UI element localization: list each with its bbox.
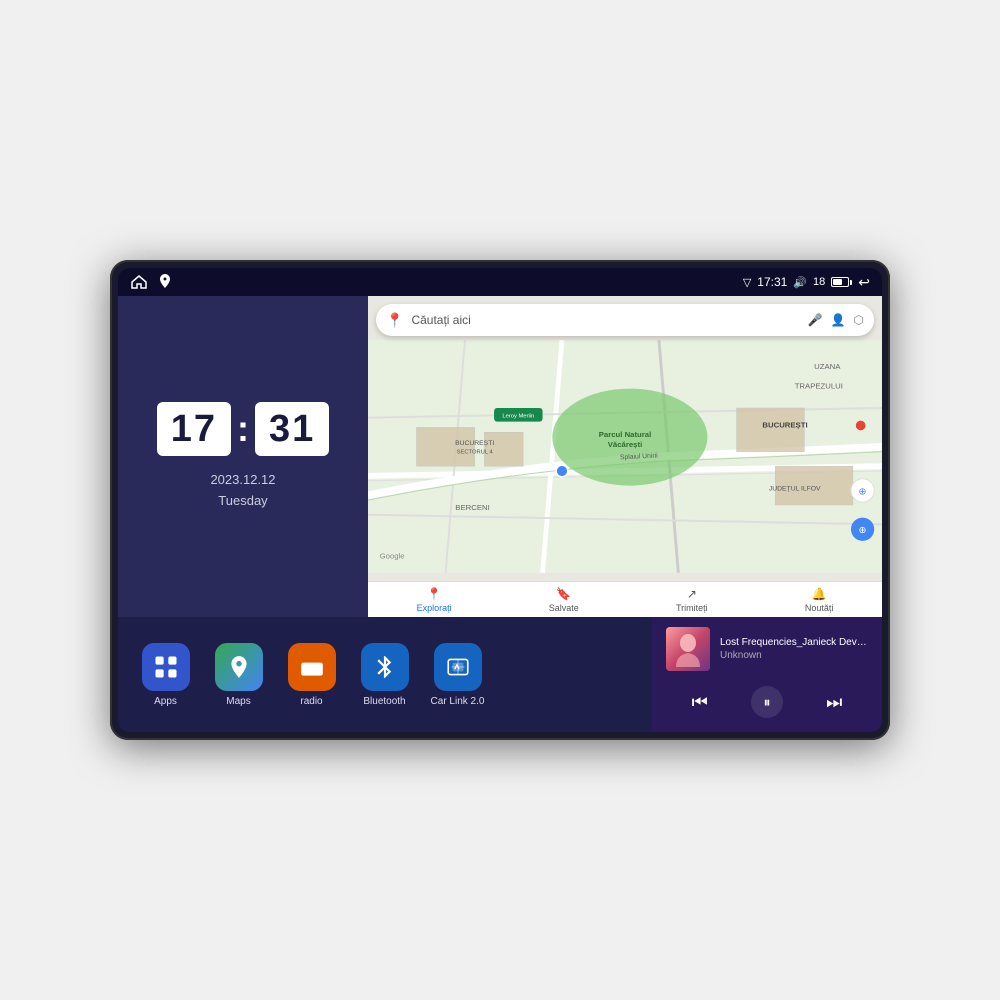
- music-artist: Unknown: [720, 650, 868, 661]
- maps-icon: [215, 643, 263, 691]
- music-player: Lost Frequencies_Janieck Devy-... Unknow…: [652, 617, 882, 732]
- status-time: 17:31: [757, 275, 787, 289]
- map-nav-share-label: Trimiteți: [676, 603, 708, 613]
- svg-text:TRAPEZULUI: TRAPEZULUI: [795, 382, 843, 391]
- main-content: 17 : 31 2023.12.12 Tuesday 📍 Căutați aic…: [118, 296, 882, 732]
- svg-text:Leroy Merlin: Leroy Merlin: [502, 414, 534, 420]
- battery-icon: [831, 277, 852, 287]
- music-controls: ⏮ ⏸ ⏭: [666, 682, 868, 722]
- battery-number: 18: [813, 276, 825, 288]
- map-nav-explore-label: Explorați: [417, 603, 452, 613]
- svg-text:⊕: ⊕: [859, 486, 867, 497]
- device-shell: ▽ 17:31 🔊 18 ↩: [110, 260, 890, 740]
- clock-colon: :: [237, 408, 249, 450]
- app-label-bluetooth: Bluetooth: [363, 696, 405, 707]
- prev-button[interactable]: ⏮: [684, 688, 716, 717]
- bluetooth-app-icon: [361, 643, 409, 691]
- svg-text:Parcul Natural: Parcul Natural: [599, 430, 652, 439]
- map-bottom-bar: 📍 Explorați 🔖 Salvate ↗ Trimiteți 🔔: [368, 581, 882, 617]
- map-search-text[interactable]: Căutați aici: [411, 313, 799, 327]
- status-bar: ▽ 17:31 🔊 18 ↩: [118, 268, 882, 296]
- app-label-carlink: Car Link 2.0: [431, 696, 485, 707]
- svg-text:BUCUREȘTI: BUCUREȘTI: [762, 420, 807, 429]
- svg-text:⊕: ⊕: [859, 525, 867, 536]
- map-nav-news[interactable]: 🔔 Noutăți: [805, 587, 834, 613]
- app-item-bluetooth[interactable]: Bluetooth: [357, 643, 412, 707]
- bottom-section: Apps Maps: [118, 617, 882, 732]
- clock-widget: 17 : 31 2023.12.12 Tuesday: [118, 296, 368, 617]
- location-icon: ▽: [743, 276, 751, 289]
- svg-text:Google: Google: [380, 551, 405, 560]
- map-nav-share[interactable]: ↗ Trimiteți: [676, 587, 708, 613]
- maps-pin-icon[interactable]: [156, 273, 174, 291]
- map-account-icon[interactable]: 👤: [831, 313, 846, 327]
- next-button[interactable]: ⏭: [818, 688, 850, 717]
- clock-display: 17 : 31: [157, 402, 330, 456]
- svg-text:SECTORUL 4: SECTORUL 4: [457, 450, 494, 456]
- map-search-pin-icon: 📍: [386, 312, 403, 329]
- app-label-apps: Apps: [154, 696, 177, 707]
- app-label-radio: radio: [300, 696, 322, 707]
- explore-icon: 📍: [427, 587, 442, 601]
- map-visual: Parcul Natural Văcărești BUCUREȘTI SECTO…: [368, 296, 882, 617]
- music-title: Lost Frequencies_Janieck Devy-...: [720, 637, 868, 648]
- play-pause-button[interactable]: ⏸: [751, 686, 783, 718]
- album-art: [666, 627, 710, 671]
- clock-hour: 17: [157, 402, 231, 456]
- map-nav-explore[interactable]: 📍 Explorați: [417, 587, 452, 613]
- svg-text:BUCUREȘTI: BUCUREȘTI: [455, 440, 494, 447]
- status-bar-right: ▽ 17:31 🔊 18 ↩: [743, 274, 870, 291]
- map-section[interactable]: 📍 Căutați aici 🎤 👤 ⬡: [368, 296, 882, 617]
- map-layers-icon[interactable]: ⬡: [854, 313, 864, 327]
- saved-icon: 🔖: [556, 587, 571, 601]
- app-label-maps: Maps: [226, 696, 250, 707]
- music-info: Lost Frequencies_Janieck Devy-... Unknow…: [666, 627, 868, 671]
- svg-text:JUDEȚUL ILFOV: JUDEȚUL ILFOV: [769, 485, 821, 492]
- app-item-maps[interactable]: Maps: [211, 643, 266, 707]
- map-search-bar[interactable]: 📍 Căutați aici 🎤 👤 ⬡: [376, 304, 874, 336]
- apps-strip: Apps Maps: [118, 617, 652, 732]
- screen: ▽ 17:31 🔊 18 ↩: [118, 268, 882, 732]
- top-section: 17 : 31 2023.12.12 Tuesday 📍 Căutați aic…: [118, 296, 882, 617]
- svg-text:UZANA: UZANA: [814, 362, 841, 371]
- volume-icon: 🔊: [793, 276, 807, 289]
- app-item-apps[interactable]: Apps: [138, 643, 193, 707]
- svg-text:Văcărești: Văcărești: [608, 440, 642, 449]
- share-icon: ↗: [687, 587, 697, 601]
- clock-date: 2023.12.12 Tuesday: [210, 470, 275, 512]
- apps-icon: [142, 643, 190, 691]
- status-bar-left: [130, 273, 174, 291]
- svg-text:FM: FM: [304, 656, 313, 663]
- music-meta: Lost Frequencies_Janieck Devy-... Unknow…: [720, 637, 868, 661]
- svg-text:BERCENI: BERCENI: [455, 503, 489, 512]
- radio-icon: FM: [288, 643, 336, 691]
- app-item-radio[interactable]: FM radio: [284, 643, 339, 707]
- map-search-actions: 🎤 👤 ⬡: [808, 313, 864, 327]
- map-mic-icon[interactable]: 🎤: [808, 313, 823, 327]
- map-nav-news-label: Noutăți: [805, 603, 834, 613]
- carlink-icon: [434, 643, 482, 691]
- news-icon: 🔔: [812, 587, 827, 601]
- clock-minute: 31: [255, 402, 329, 456]
- app-item-carlink[interactable]: Car Link 2.0: [430, 643, 485, 707]
- back-icon[interactable]: ↩: [858, 274, 870, 291]
- map-nav-saved[interactable]: 🔖 Salvate: [549, 587, 579, 613]
- home-icon[interactable]: [130, 273, 148, 291]
- map-nav-saved-label: Salvate: [549, 603, 579, 613]
